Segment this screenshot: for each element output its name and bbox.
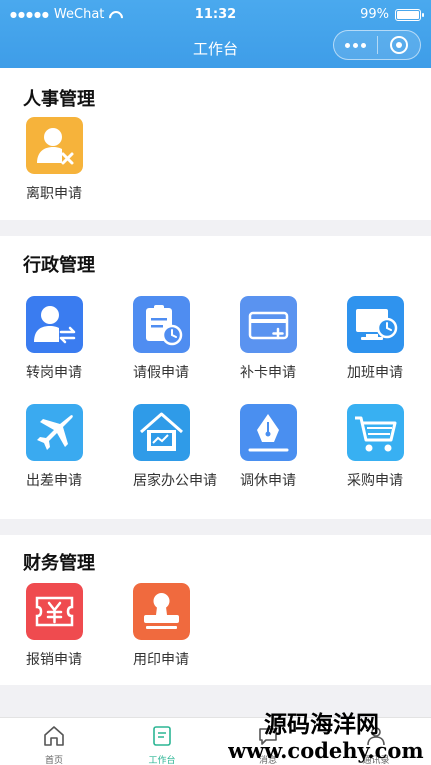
- close-circle-icon: [389, 36, 408, 54]
- battery-icon: [395, 8, 424, 21]
- home-icon: [42, 724, 66, 748]
- more-dot-icon: [361, 42, 366, 48]
- app-card[interactable]: 补卡申请: [240, 296, 350, 386]
- app-home-office[interactable]: 居家办公申请: [133, 404, 243, 494]
- tab-label: 首页: [44, 756, 63, 765]
- app-overtime[interactable]: 加班申请: [347, 296, 431, 386]
- app-label: 出差申请: [26, 473, 82, 489]
- app-label: 转岗申请: [26, 365, 82, 381]
- tab-workbench[interactable]: 工作台: [132, 718, 192, 765]
- app-label: 请假申请: [133, 365, 189, 381]
- card-icon: [240, 296, 297, 353]
- mini-program-capsule: [333, 30, 421, 60]
- watermark: 源码海洋网 www.codehy.com: [228, 708, 431, 765]
- app-label: 补卡申请: [240, 365, 296, 381]
- overtime-icon: [347, 296, 404, 353]
- close-mini-program-button[interactable]: [378, 31, 420, 59]
- app-seal[interactable]: 用印申请: [133, 583, 243, 673]
- app-label: 离职申请: [26, 186, 82, 202]
- section-title: 人事管理: [23, 89, 95, 110]
- more-dot-icon: [353, 42, 358, 48]
- leave-icon: [133, 296, 190, 353]
- app-reimburse[interactable]: 报销申请: [26, 583, 136, 673]
- app-label: 采购申请: [347, 473, 403, 489]
- pen-icon: [240, 404, 297, 461]
- workbench-page: ●●●●● WeChat 11:32 99% 工作台 人事管理 离职申请 行政管…: [0, 0, 431, 765]
- app-label: 用印申请: [133, 652, 189, 668]
- plane-icon: [26, 404, 83, 461]
- app-transfer[interactable]: 转岗申请: [26, 296, 136, 386]
- tab-label: 工作台: [148, 756, 176, 765]
- app-label: 调休申请: [240, 473, 296, 489]
- battery-percent: 99%: [360, 7, 389, 22]
- section-admin: 行政管理 转岗申请 请假申请 补卡申请 加班申请 出差申请 居家办公申请 调休申…: [0, 236, 431, 519]
- section-hr: 人事管理 离职申请: [0, 68, 431, 220]
- app-label: 居家办公申请: [133, 473, 217, 489]
- section-title: 财务管理: [23, 553, 95, 574]
- app-rest[interactable]: 调休申请: [240, 404, 350, 494]
- app-label: 加班申请: [347, 365, 403, 381]
- status-bar: ●●●●● WeChat 11:32 99%: [0, 0, 431, 30]
- header: ●●●●● WeChat 11:32 99% 工作台: [0, 0, 431, 68]
- app-resign[interactable]: 离职申请: [26, 117, 136, 207]
- more-button[interactable]: [334, 31, 377, 59]
- transfer-icon: [26, 296, 83, 353]
- tab-home[interactable]: 首页: [24, 718, 84, 765]
- resign-icon: [26, 117, 83, 174]
- more-dot-icon: [345, 42, 350, 48]
- status-right: 99%: [360, 7, 424, 22]
- seal-icon: [133, 583, 190, 640]
- section-finance: 财务管理 报销申请 用印申请: [0, 535, 431, 685]
- section-title: 行政管理: [23, 255, 95, 276]
- app-leave[interactable]: 请假申请: [133, 296, 243, 386]
- home-office-icon: [133, 404, 190, 461]
- reimburse-icon: [26, 583, 83, 640]
- svg-text:www.codehy.com: www.codehy.com: [228, 738, 424, 763]
- app-purchase[interactable]: 采购申请: [347, 404, 431, 494]
- app-label: 报销申请: [26, 652, 82, 668]
- app-trip[interactable]: 出差申请: [26, 404, 136, 494]
- svg-text:源码海洋网: 源码海洋网: [264, 711, 379, 738]
- workbench-icon: [150, 724, 174, 748]
- cart-icon: [347, 404, 404, 461]
